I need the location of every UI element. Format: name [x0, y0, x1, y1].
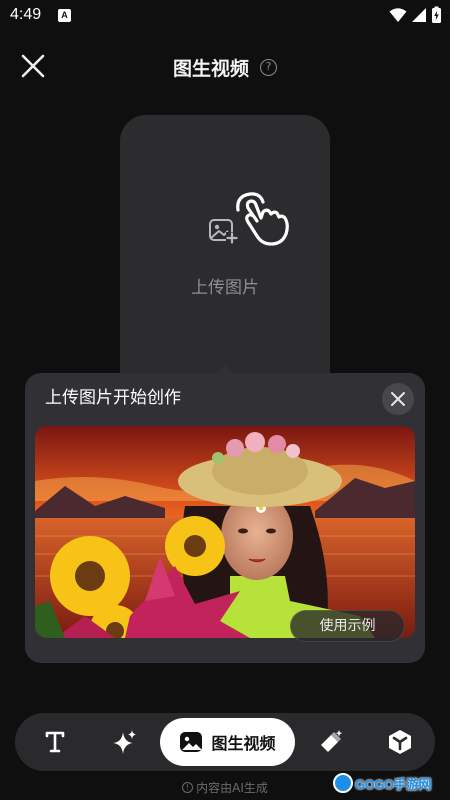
sparkle-icon — [113, 730, 136, 754]
status-bar: 4:49 A — [0, 0, 450, 32]
status-time: 4:49 — [10, 6, 42, 23]
tap-hand-icon — [236, 192, 289, 246]
page-title: 图生视频 — [172, 58, 249, 80]
image-to-video-tab[interactable]: 图生视频 — [160, 718, 295, 766]
magic-eraser-tool-button[interactable] — [311, 722, 351, 762]
image-to-video-label: 图生视频 — [211, 734, 276, 753]
sparkle-tool-button[interactable] — [105, 722, 145, 762]
text-icon — [45, 731, 65, 753]
close-icon — [391, 392, 405, 406]
status-icons — [389, 6, 442, 24]
header: 图生视频 ? — [0, 54, 450, 81]
info-icon: ! — [182, 782, 194, 793]
help-icon[interactable]: ? — [260, 59, 278, 76]
popup-title: 上传图片开始创作 — [45, 388, 181, 408]
bottom-toolbar: 图生视频 — [15, 713, 435, 771]
eraser-icon — [321, 730, 343, 752]
signal-icon — [412, 8, 426, 22]
onboarding-popup: 上传图片开始创作 使用示例 — [25, 373, 425, 663]
wifi-icon — [389, 8, 407, 22]
popup-close-button[interactable] — [382, 383, 414, 415]
cube-tool-button[interactable] — [380, 722, 420, 762]
watermark-badge-icon — [333, 773, 353, 793]
use-sample-button[interactable]: 使用示例 — [290, 610, 405, 642]
sample-photo — [35, 426, 415, 638]
upload-card[interactable]: 上传图片 — [120, 115, 330, 400]
notification-icon: A — [58, 9, 71, 22]
battery-charging-icon — [432, 6, 441, 23]
image-icon — [180, 732, 203, 752]
watermark-logo: GOGO手游网 — [333, 770, 431, 796]
sample-image — [35, 426, 415, 638]
cube-icon — [389, 730, 411, 754]
text-tool-button[interactable] — [35, 722, 75, 762]
watermark-text: GOGO手游网 — [355, 776, 431, 792]
ai-disclaimer-text: 内容由AI生成 — [196, 781, 268, 795]
upload-label: 上传图片 — [191, 278, 259, 298]
